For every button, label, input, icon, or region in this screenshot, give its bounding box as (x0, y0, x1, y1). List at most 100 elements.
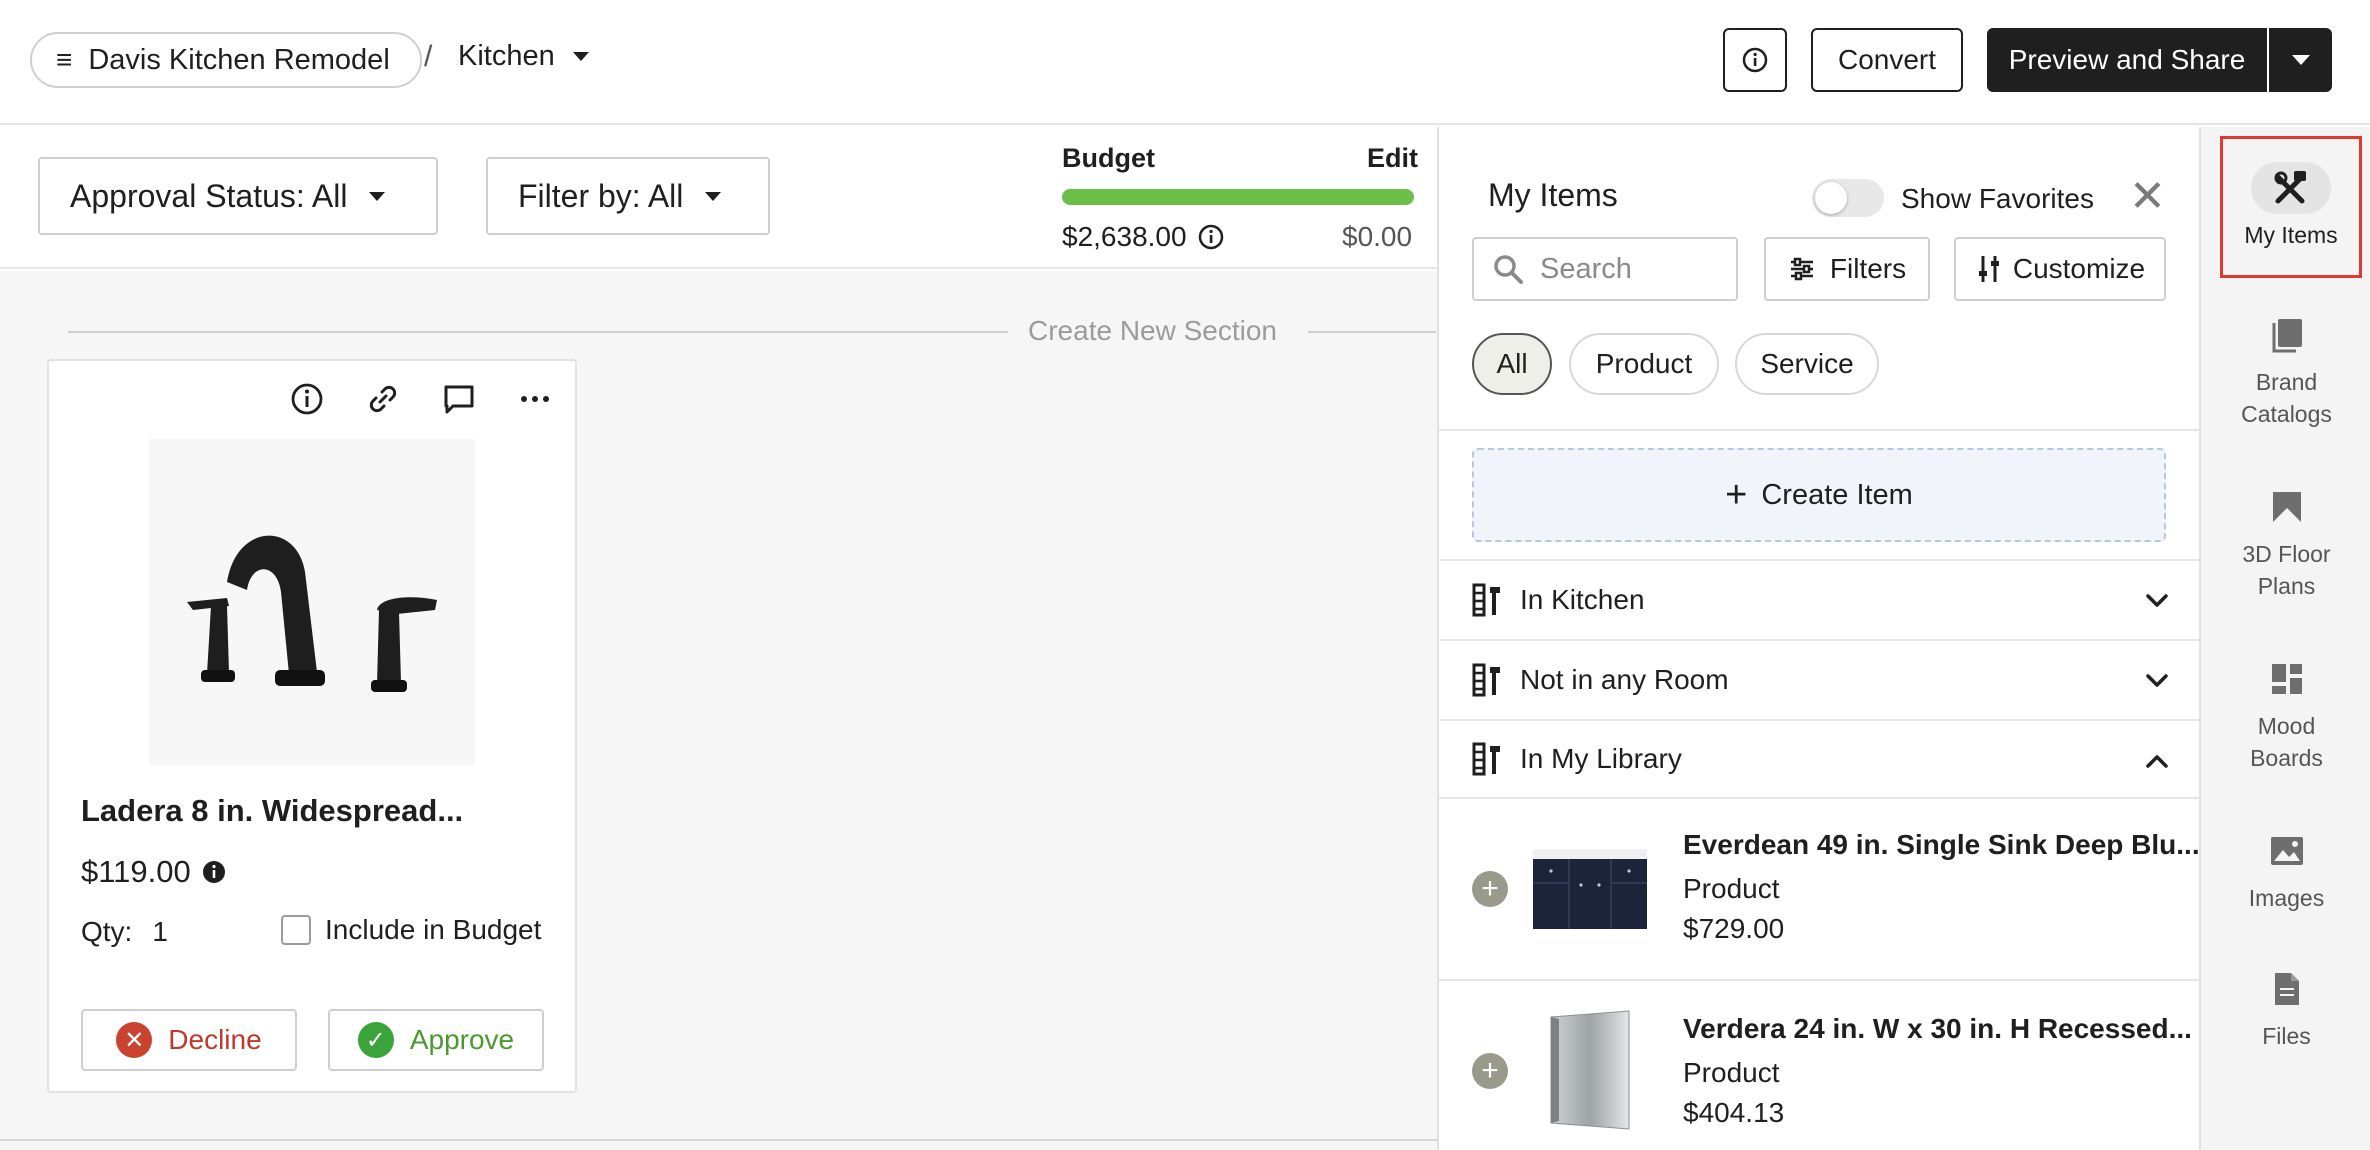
rail-label: Files (2262, 1023, 2311, 1049)
budget-spent-value: $2,638.00 (1062, 221, 1187, 252)
hamburger-icon: ≡ (56, 44, 73, 75)
rail-item-images[interactable]: Images (2201, 825, 2370, 915)
floorplan-icon (2272, 492, 2301, 522)
info-icon (1742, 47, 1768, 73)
library-item[interactable]: + Everdean 49 in. Single Sink Deep Blu..… (1439, 801, 2199, 981)
rail-item-mood-boards[interactable]: Mood Boards (2201, 653, 2370, 774)
create-new-section-button[interactable]: Create New Section (1028, 315, 1277, 347)
card-toolbar (289, 381, 553, 417)
chip-all[interactable]: All (1472, 333, 1552, 395)
image-icon (2270, 837, 2303, 865)
library-item-name: Verdera 24 in. W x 30 in. H Recessed... (1683, 1013, 2192, 1044)
budget-edit-link[interactable]: Edit (1367, 143, 1418, 174)
approval-status-dropdown[interactable]: Approval Status: All (38, 157, 438, 235)
comment-icon[interactable] (441, 381, 477, 417)
product-image-faucet (149, 439, 475, 765)
decline-label: Decline (168, 1024, 262, 1055)
project-menu-button[interactable]: ≡ Davis Kitchen Remodel (30, 32, 422, 88)
rail-label: Mood Boards (2250, 713, 2323, 771)
item-price-value: $119.00 (81, 854, 191, 889)
moodboard-icon (2271, 664, 2302, 694)
sliders-icon (1790, 257, 1813, 281)
convert-button[interactable]: Convert (1811, 28, 1963, 92)
add-item-icon[interactable]: + (1472, 1053, 1508, 1089)
caret-down-icon (369, 191, 386, 201)
room-name: Kitchen (458, 40, 555, 72)
tools-icon (1472, 663, 1500, 697)
info-button[interactable] (1723, 28, 1787, 92)
board-canvas: Create New Section Ladera 8 in. Widespre… (0, 271, 1437, 1150)
panel-divider (1439, 429, 2199, 431)
show-favorites-toggle[interactable] (1812, 179, 1884, 217)
group-not-in-any-room[interactable]: Not in any Room (1439, 639, 2199, 719)
more-icon[interactable] (517, 381, 553, 417)
preview-and-share-button[interactable]: Preview and Share (1987, 28, 2267, 92)
filters-label: Filters (1829, 253, 1907, 284)
tools-icon (1472, 742, 1500, 776)
group-in-my-library[interactable]: In My Library (1439, 719, 2199, 799)
library-item-price: $729.00 (1683, 913, 1785, 944)
library-item-name: Everdean 49 in. Single Sink Deep Blu... (1683, 829, 2199, 860)
info-icon[interactable] (1197, 223, 1225, 251)
preview-options-button[interactable] (2269, 28, 2332, 92)
chip-service[interactable]: Service (1735, 333, 1879, 395)
caret-down-icon (705, 191, 722, 201)
approval-status-value: Approval Status: All (70, 177, 348, 214)
item-quantity: Qty: 1 (81, 916, 168, 948)
create-item-button[interactable]: + Create Item (1472, 448, 2166, 542)
library-item-type: Product (1683, 873, 1780, 904)
budget-label: Budget (1062, 143, 1155, 173)
approve-button[interactable]: ✓ Approve (328, 1009, 544, 1071)
section-divider (68, 331, 1008, 333)
rail-item-my-items[interactable]: My Items (2220, 136, 2362, 278)
approve-label: Approve (409, 1024, 515, 1055)
chip-product[interactable]: Product (1569, 333, 1719, 395)
rail-label: Images (2248, 885, 2325, 911)
decline-button[interactable]: ✕ Decline (81, 1009, 297, 1071)
rail-label: Brand Catalogs (2241, 369, 2332, 427)
rail-item-files[interactable]: Files (2201, 963, 2370, 1053)
item-card[interactable]: Ladera 8 in. Widespread... $119.00 Qty: … (47, 359, 577, 1093)
rail-item-brand-catalogs[interactable]: Brand Catalogs (2201, 309, 2370, 430)
search-placeholder: Search (1540, 252, 1632, 285)
info-filled-icon[interactable] (201, 859, 227, 885)
info-icon[interactable] (289, 381, 325, 417)
product-image-medicine-cabinet (1529, 1009, 1651, 1131)
check-circle-icon: ✓ (357, 1022, 394, 1058)
group-label: Not in any Room (1520, 664, 1729, 695)
my-items-panel: My Items Show Favorites ✕ Search Filters… (1437, 127, 2199, 1150)
group-label: In Kitchen (1520, 584, 1645, 615)
checkbox[interactable] (281, 915, 311, 945)
search-input[interactable]: Search (1472, 237, 1738, 301)
tools-icon (2274, 171, 2306, 204)
qty-value[interactable]: 1 (152, 916, 168, 948)
item-price: $119.00 (81, 854, 227, 890)
item-title: Ladera 8 in. Widespread... (81, 793, 464, 828)
link-icon[interactable] (365, 381, 401, 417)
chevron-up-icon (2146, 755, 2168, 768)
adjust-icon (1978, 256, 1999, 282)
file-icon (2274, 973, 2299, 1005)
room-selector[interactable]: Kitchen (458, 40, 589, 73)
customize-button[interactable]: Customize (1954, 237, 2166, 301)
filters-button[interactable]: Filters (1764, 237, 1930, 301)
product-image-vanity (1529, 829, 1651, 951)
include-in-budget-checkbox[interactable]: Include in Budget (281, 914, 541, 946)
library-item[interactable]: + Verdera 24 in. W x 30 in. H Recessed..… (1439, 983, 2199, 1150)
rail-item-3d-floor-plans[interactable]: 3D Floor Plans (2201, 481, 2370, 602)
budget-spent: $2,638.00 (1062, 221, 1225, 253)
breadcrumb-separator: / (424, 40, 433, 73)
group-label: In My Library (1520, 743, 1682, 774)
customize-label: Customize (2012, 253, 2146, 284)
search-icon (1494, 255, 1523, 284)
caret-down-icon (572, 52, 589, 61)
caret-down-icon (2291, 55, 2310, 65)
filter-by-dropdown[interactable]: Filter by: All (486, 157, 770, 235)
add-item-icon[interactable]: + (1472, 871, 1508, 907)
close-panel-icon[interactable]: ✕ (2129, 175, 2166, 219)
close-circle-icon: ✕ (116, 1022, 153, 1058)
project-name: Davis Kitchen Remodel (88, 43, 390, 76)
chevron-down-icon (2146, 674, 2168, 687)
include-in-budget-label: Include in Budget (325, 914, 542, 945)
group-in-kitchen[interactable]: In Kitchen (1439, 559, 2199, 639)
